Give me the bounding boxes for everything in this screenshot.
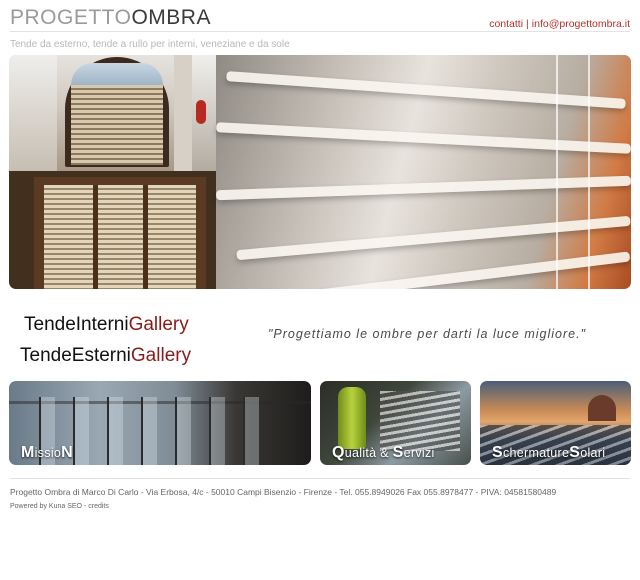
esterni-gallery-prefix: TendeEsterni xyxy=(20,345,131,366)
hero-photo-arched-window xyxy=(9,55,192,171)
interni-gallery-accent: Gallery xyxy=(128,314,189,335)
esterni-gallery-accent: Gallery xyxy=(130,345,192,366)
contacts-link[interactable]: contatti xyxy=(489,18,523,30)
solar-shading-tile-caption: SchermatureSolari xyxy=(492,444,606,461)
quality-services-tile[interactable]: Qualità & Servizi xyxy=(320,381,471,465)
footer-company-info: Progetto Ombra di Marco Di Carlo - Via E… xyxy=(10,487,557,497)
mission-tile-caption: MissioN xyxy=(21,444,74,461)
credits-link[interactable]: credits xyxy=(88,503,109,510)
powered-prefix: Powered by xyxy=(10,503,47,510)
footer-divider xyxy=(10,478,630,479)
contacts-separator: | xyxy=(526,18,529,30)
quality-services-tile-caption: Qualità & Servizi xyxy=(332,444,435,461)
site-logo[interactable]: PROGETTOOMBRA xyxy=(10,6,211,30)
email-link[interactable]: info@progettombra.it xyxy=(532,18,630,30)
site-tagline: Tende da esterno, tende a rullo per inte… xyxy=(10,39,290,50)
kuna-seo-link[interactable]: Kuna SEO xyxy=(49,503,82,510)
logo-text-strong: OMBRA xyxy=(131,6,211,29)
logo-text-light: PROGETTO xyxy=(10,6,132,29)
hero-photo-venetian-slats xyxy=(215,55,631,289)
mission-tile[interactable]: MissioN xyxy=(9,381,311,465)
powered-separator: - xyxy=(83,503,87,510)
footer-powered-by: Powered by Kuna SEO - credits xyxy=(10,503,109,510)
header-contacts: contatti | info@progettombra.it xyxy=(489,18,630,30)
hero-photo-wood-blinds xyxy=(9,171,216,289)
header-divider xyxy=(10,31,630,32)
interni-gallery-prefix: TendeInterni xyxy=(24,314,129,335)
interni-gallery-link[interactable]: TendeInterniGallery xyxy=(24,314,189,336)
esterni-gallery-link[interactable]: TendeEsterniGallery xyxy=(20,345,191,367)
hero-image xyxy=(9,55,631,289)
solar-shading-tile[interactable]: SchermatureSolari xyxy=(480,381,631,465)
slogan-quote: "Progettiamo le ombre per darti la luce … xyxy=(268,327,587,341)
